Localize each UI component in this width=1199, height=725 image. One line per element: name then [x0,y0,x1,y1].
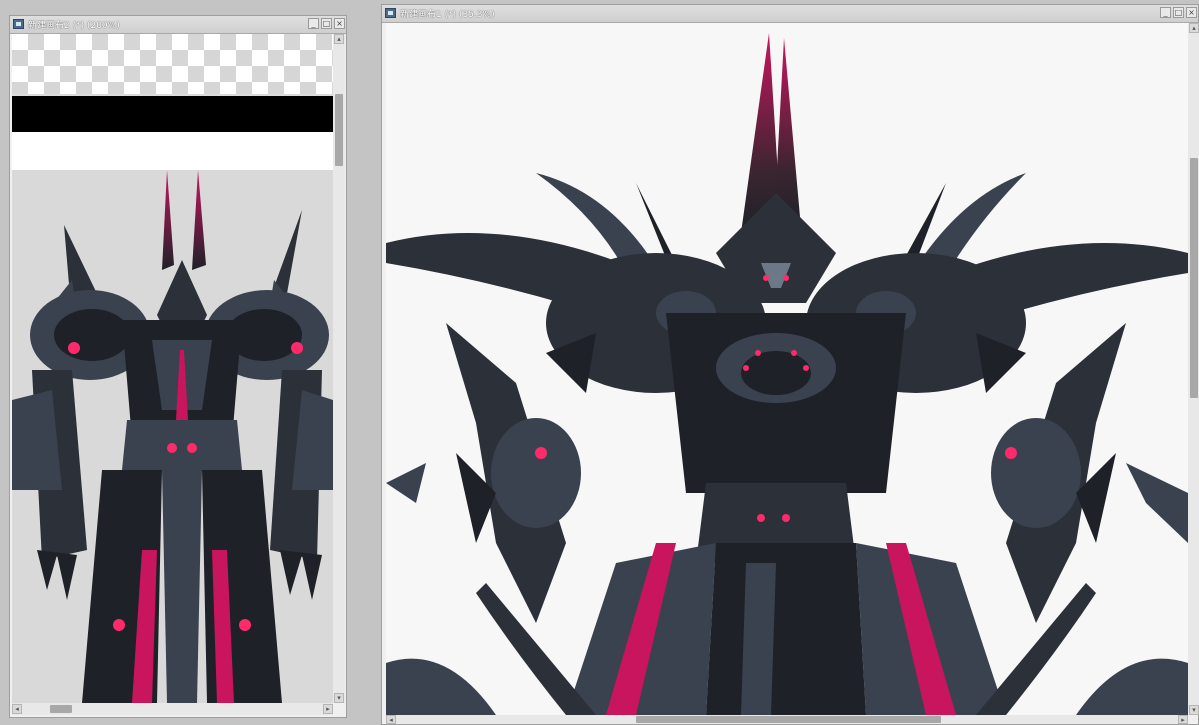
reference-artwork [12,170,333,703]
transparent-layer [12,34,333,94]
scroll-thumb[interactable] [1190,158,1198,398]
scroll-up-arrow[interactable]: ▴ [1189,23,1199,33]
horizontal-scrollbar[interactable]: ◂ ▸ [12,703,333,715]
scroll-thumb[interactable] [50,705,72,713]
title-bar[interactable]: 新建画布2 (*) (200%) _ □ × [10,16,346,34]
scroll-left-arrow[interactable]: ◂ [12,704,22,714]
canvas-area[interactable] [12,34,333,703]
scroll-thumb[interactable] [335,94,343,166]
scroll-right-arrow[interactable]: ▸ [1178,715,1188,724]
window-title: 新建画布2 (*) (200%) [28,21,120,31]
main-artwork [386,23,1188,715]
canvas-window-left[interactable]: 新建画布2 (*) (200%) _ □ × ▴ ▾ ◂ ▸ [9,15,347,718]
minimize-button[interactable]: _ [308,18,319,29]
canvas-window-icon [13,19,24,29]
maximize-button[interactable]: □ [1173,7,1184,18]
white-band [12,132,333,170]
close-button[interactable]: × [1186,7,1197,18]
canvas-window-right[interactable]: 新建画布1 (*) (35.3%) _ □ × ▴ ▾ ◂ ▸ [381,4,1199,725]
black-band [12,96,333,132]
scroll-down-arrow[interactable]: ▾ [334,693,344,703]
scroll-right-arrow[interactable]: ▸ [323,704,333,714]
scroll-thumb[interactable] [636,716,941,723]
window-title: 新建画布1 (*) (35.3%) [400,10,495,20]
horizontal-scrollbar[interactable]: ◂ ▸ [386,715,1188,724]
minimize-button[interactable]: _ [1160,7,1171,18]
scroll-down-arrow[interactable]: ▾ [1189,705,1199,715]
title-bar[interactable]: 新建画布1 (*) (35.3%) _ □ × [382,5,1198,23]
scroll-left-arrow[interactable]: ◂ [386,715,396,724]
canvas-area[interactable] [386,23,1188,715]
scroll-up-arrow[interactable]: ▴ [334,34,344,44]
close-button[interactable]: × [334,18,345,29]
vertical-scrollbar[interactable]: ▴ ▾ [1188,23,1199,715]
vertical-scrollbar[interactable]: ▴ ▾ [333,34,345,703]
maximize-button[interactable]: □ [321,18,332,29]
canvas-window-icon [385,8,396,18]
